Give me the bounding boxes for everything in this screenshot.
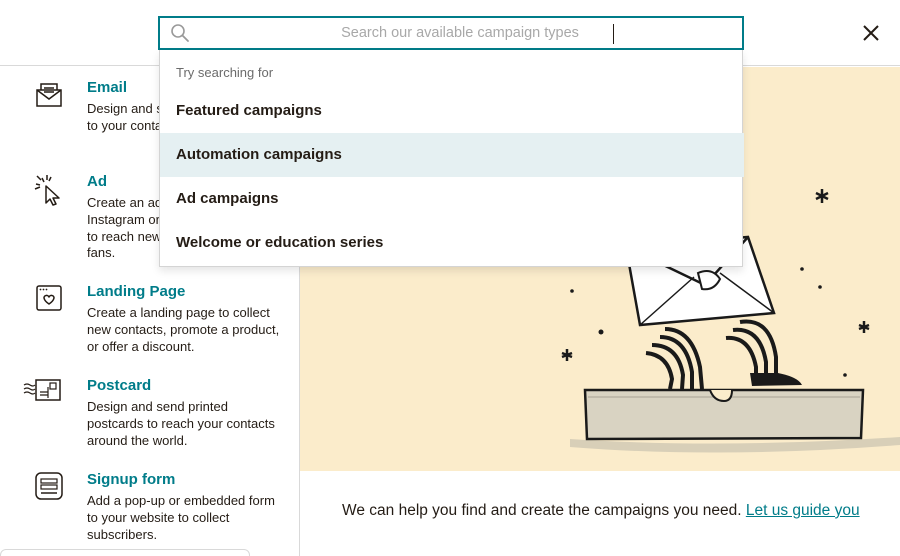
guide-text: We can help you find and create the camp… <box>342 502 746 519</box>
search-input[interactable] <box>200 21 720 45</box>
postcard-icon <box>22 377 62 411</box>
landing-page-icon <box>32 283 66 317</box>
suggestion-welcome-education-series[interactable]: Welcome or education series <box>160 221 744 265</box>
guide-bar: We can help you find and create the camp… <box>300 471 900 556</box>
search-suggestions: Try searching for Featured campaigns Aut… <box>159 50 744 267</box>
suggestion-ad-campaigns[interactable]: Ad campaigns <box>160 177 744 221</box>
suggestion-featured-campaigns[interactable]: Featured campaigns <box>160 89 744 133</box>
campaign-type-title: Ad <box>87 173 107 190</box>
search-icon <box>171 24 189 42</box>
campaign-type-description: Add a pop-up or embedded form to your we… <box>87 493 275 542</box>
guide-link[interactable]: Let us guide you <box>746 502 860 519</box>
suggestion-automation-campaigns[interactable]: Automation campaigns <box>160 133 744 177</box>
scroll-indicator <box>0 549 250 556</box>
cursor-click-icon <box>32 173 66 207</box>
close-button[interactable] <box>858 20 884 46</box>
envelope-icon <box>32 79 66 113</box>
text-cursor <box>613 24 614 44</box>
guide-message: We can help you find and create the camp… <box>342 502 860 520</box>
campaign-type-title: Email <box>87 79 128 96</box>
campaign-type-title: Landing Page <box>87 283 186 300</box>
campaign-type-title: Signup form <box>87 471 176 488</box>
campaign-type-description: Design and send printed postcards to rea… <box>87 399 275 448</box>
suggestions-hint: Try searching for <box>176 65 274 80</box>
campaign-type-title: Postcard <box>87 377 152 394</box>
search-box[interactable] <box>158 16 744 50</box>
close-icon <box>863 25 879 41</box>
signup-form-icon <box>32 471 66 505</box>
campaign-type-description: Create a landing page to collect new con… <box>87 305 280 354</box>
